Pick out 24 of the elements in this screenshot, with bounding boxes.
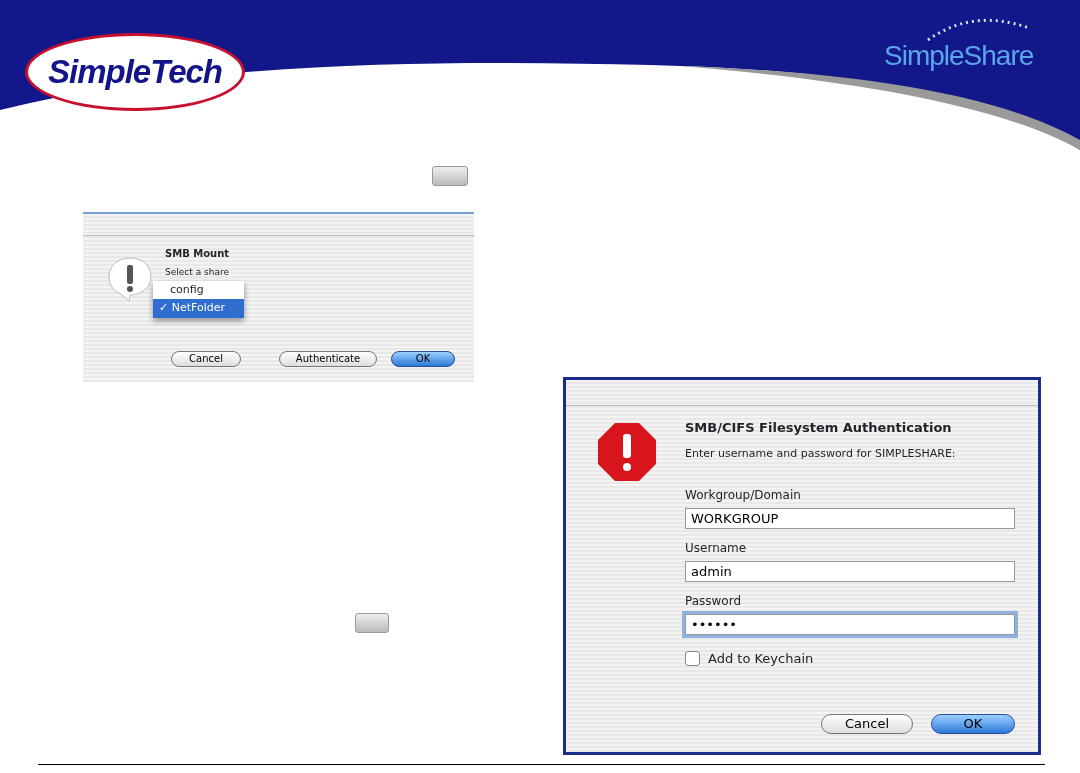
dialog-button[interactable]: OK bbox=[931, 714, 1015, 734]
input-field[interactable]: admin bbox=[685, 561, 1015, 582]
dialog-prompt: Select a share bbox=[165, 266, 230, 279]
dialog-button[interactable]: OK bbox=[391, 351, 455, 367]
dialog-button[interactable]: Cancel bbox=[821, 714, 913, 734]
key-image bbox=[432, 166, 468, 186]
alert-icon bbox=[105, 254, 155, 304]
input-field[interactable]: •••••• bbox=[685, 614, 1015, 635]
stop-alert-icon bbox=[597, 422, 657, 482]
dialog-prompt: Enter username and password for SIMPLESHARE: bbox=[685, 445, 957, 462]
menu-item[interactable]: config bbox=[153, 280, 244, 299]
dialog-title: SMB Mount bbox=[165, 247, 231, 261]
logo: SimpleShare bbox=[884, 42, 1034, 70]
dialog-title: SMB/CIFS Filesystem Authentication bbox=[685, 419, 953, 437]
field-label: Username bbox=[685, 540, 748, 557]
input-field[interactable]: WORKGROUP bbox=[685, 508, 1015, 529]
checkbox-label: Add to Keychain bbox=[708, 650, 814, 668]
dialog-button[interactable]: Cancel bbox=[171, 351, 241, 367]
field-label: Workgroup/Domain bbox=[685, 487, 802, 504]
key-image bbox=[355, 613, 389, 633]
field-label: Password bbox=[685, 593, 743, 610]
keychain-checkbox[interactable] bbox=[685, 651, 700, 667]
menu-item[interactable]: ✓ NetFolder bbox=[153, 299, 244, 318]
dialog-button[interactable]: Authenticate bbox=[279, 351, 377, 367]
